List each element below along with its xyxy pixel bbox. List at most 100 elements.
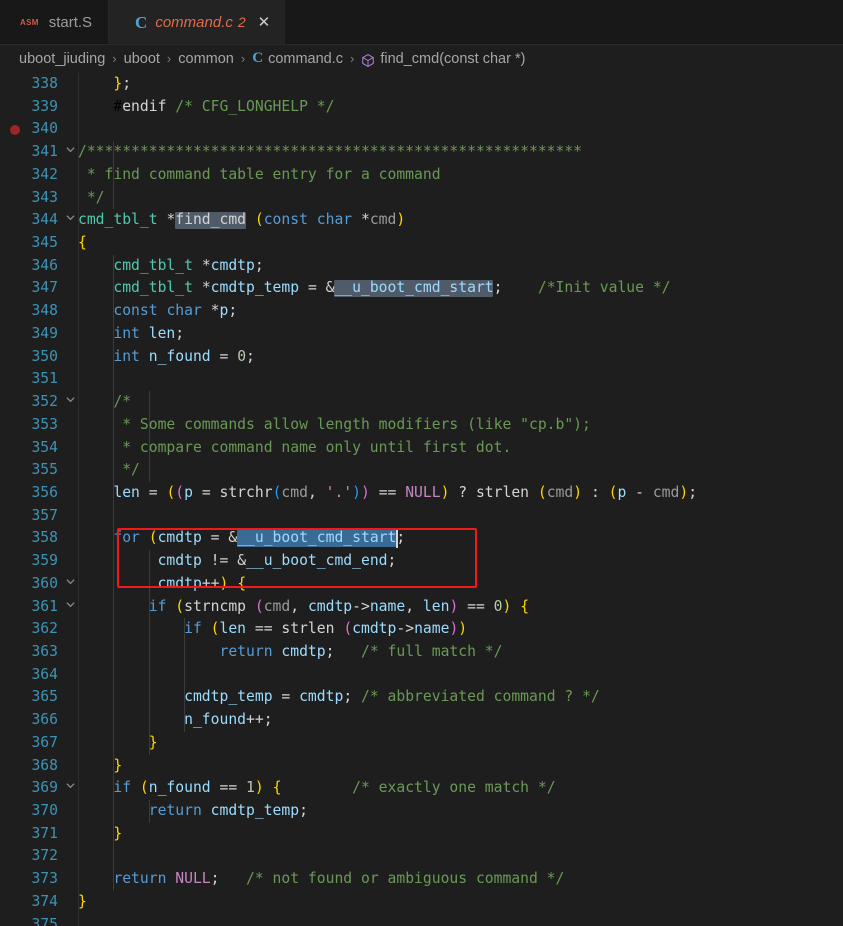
code-editor[interactable]: 338 }; 339 #endif /* CFG_LONGHELP */340 34… xyxy=(0,73,843,926)
code-line[interactable]: 343 */ xyxy=(0,187,843,210)
code-line[interactable]: 368 } xyxy=(0,755,843,778)
line-number: 371 xyxy=(31,824,58,842)
line-number: 353 xyxy=(31,415,58,433)
code-line[interactable]: 338 }; xyxy=(0,73,843,96)
code-line[interactable]: 358 for (cmdtp = &__u_boot_cmd_start; xyxy=(0,527,843,550)
line-number: 367 xyxy=(31,733,58,751)
code-text: * Some commands allow length modifiers (… xyxy=(78,415,591,433)
line-number: 364 xyxy=(31,665,58,683)
code-line[interactable]: 359 cmdtp != &__u_boot_cmd_end; xyxy=(0,550,843,573)
code-text: const char *p; xyxy=(113,302,238,320)
line-number: 347 xyxy=(31,279,58,297)
line-number: 375 xyxy=(31,915,58,926)
line-number: 373 xyxy=(31,870,58,888)
code-line[interactable]: 354 * compare command name only until fi… xyxy=(0,437,843,460)
code-text: return cmdtp; /* full match */ xyxy=(219,642,503,660)
code-line[interactable]: 372 xyxy=(0,845,843,868)
code-line[interactable]: 361 if (strncmp (cmd, cmdtp->name, len) … xyxy=(0,596,843,619)
code-text: cmdtp++) { xyxy=(157,574,247,592)
breadcrumb: uboot_jiuding › uboot › common › C comma… xyxy=(0,45,843,73)
line-number: 345 xyxy=(31,234,58,252)
code-line[interactable]: 348 const char *p; xyxy=(0,300,843,323)
code-line[interactable]: 355 */ xyxy=(0,459,843,482)
tab-start-s[interactable]: ASM start.S xyxy=(0,0,110,44)
code-line[interactable]: 342 * find command table entry for a com… xyxy=(0,164,843,187)
code-line[interactable]: 352 /* xyxy=(0,391,843,414)
line-number: 372 xyxy=(31,847,58,865)
code-line[interactable]: 363 return cmdtp; /* full match */ xyxy=(0,641,843,664)
code-text: #endif /* CFG_LONGHELP */ xyxy=(78,97,335,115)
code-line[interactable]: 375 xyxy=(0,914,843,926)
line-number: 355 xyxy=(31,461,58,479)
fold-chevron-icon[interactable] xyxy=(62,777,78,800)
fold-chevron-icon[interactable] xyxy=(62,141,78,164)
code-text: if (strncmp (cmd, cmdtp->name, len) == 0… xyxy=(148,597,530,615)
code-line[interactable]: 340 xyxy=(0,118,843,141)
breadcrumb-item-uboot[interactable]: uboot xyxy=(124,51,160,67)
fold-chevron-icon[interactable] xyxy=(62,596,78,619)
breadcrumb-item-uboot-jiuding[interactable]: uboot_jiuding xyxy=(19,51,105,67)
code-line[interactable]: 362 if (len == strlen (cmdtp->name)) xyxy=(0,618,843,641)
breadcrumb-label: common xyxy=(178,50,234,67)
line-number: 358 xyxy=(31,529,58,547)
code-line[interactable]: 360 cmdtp++) { xyxy=(0,573,843,596)
line-number: 352 xyxy=(31,393,58,411)
line-number: 368 xyxy=(31,756,58,774)
line-number: 362 xyxy=(31,620,58,638)
code-line[interactable]: 367 } xyxy=(0,732,843,755)
c-file-icon: C xyxy=(135,12,148,32)
code-line[interactable]: 356 len = ((p = strchr(cmd, '.')) == NUL… xyxy=(0,482,843,505)
line-number: 348 xyxy=(31,302,58,320)
chevron-right-icon: › xyxy=(166,51,172,66)
line-number: 349 xyxy=(31,324,58,342)
chevron-right-icon: › xyxy=(112,51,117,66)
code-line[interactable]: 347 cmd_tbl_t *cmdtp_temp = &__u_boot_cm… xyxy=(0,277,843,300)
fold-chevron-icon[interactable] xyxy=(62,573,78,596)
close-icon[interactable]: ✕ xyxy=(258,15,271,30)
code-text: */ xyxy=(78,461,140,479)
code-text: */ xyxy=(78,188,105,206)
line-number: 340 xyxy=(31,120,58,138)
code-text: * find command table entry for a command xyxy=(78,165,441,183)
line-number: 369 xyxy=(31,779,58,797)
code-line[interactable]: 344 cmd_tbl_t *find_cmd (const char *cmd) xyxy=(0,209,843,232)
code-line[interactable]: 357 xyxy=(0,505,843,528)
fold-chevron-icon[interactable] xyxy=(62,209,78,232)
code-line[interactable]: 370 return cmdtp_temp; xyxy=(0,800,843,823)
code-line[interactable]: 346 cmd_tbl_t *cmdtp; xyxy=(0,255,843,278)
code-line[interactable]: 341 /************************************… xyxy=(0,141,843,164)
code-text: int len; xyxy=(113,324,185,342)
line-number: 363 xyxy=(31,642,58,660)
code-line[interactable]: 373 return NULL; /* not found or ambiguo… xyxy=(0,868,843,891)
code-text: { xyxy=(78,234,87,252)
code-text: if (n_found == 1) { /* exactly one match… xyxy=(113,779,556,797)
code-line[interactable]: 349 int len; xyxy=(0,323,843,346)
fold-chevron-icon[interactable] xyxy=(62,391,78,414)
code-line[interactable]: 364 xyxy=(0,664,843,687)
code-line[interactable]: 369 if (n_found == 1) { /* exactly one m… xyxy=(0,777,843,800)
code-line[interactable]: 371 } xyxy=(0,823,843,846)
line-number: 354 xyxy=(31,438,58,456)
code-line[interactable]: 339 #endif /* CFG_LONGHELP */ xyxy=(0,96,843,119)
code-text: } xyxy=(113,756,123,774)
code-line[interactable]: 345 { xyxy=(0,232,843,255)
line-number: 361 xyxy=(31,597,58,615)
breadcrumb-item-command-c[interactable]: C command.c xyxy=(252,51,343,67)
asm-file-icon: ASM xyxy=(20,17,39,27)
line-number: 342 xyxy=(31,165,58,183)
code-line[interactable]: 366 n_found++; xyxy=(0,709,843,732)
code-text: cmd_tbl_t *cmdtp; xyxy=(113,256,264,274)
code-text: } xyxy=(113,824,123,842)
code-line[interactable]: 350 int n_found = 0; xyxy=(0,346,843,369)
code-text: return NULL; /* not found or ambiguous c… xyxy=(113,870,565,888)
breadcrumb-item-common[interactable]: common xyxy=(178,51,234,67)
line-number: 346 xyxy=(31,256,58,274)
code-line[interactable]: 365 cmdtp_temp = cmdtp; /* abbreviated c… xyxy=(0,686,843,709)
breadcrumb-item-find-cmd[interactable]: find_cmd(const char *) xyxy=(361,51,525,68)
code-text: cmdtp_temp = cmdtp; /* abbreviated comma… xyxy=(184,688,600,706)
code-line[interactable]: 353 * Some commands allow length modifie… xyxy=(0,414,843,437)
tab-command-c[interactable]: C command.c 2 ✕ xyxy=(109,0,286,44)
code-line[interactable]: 374} xyxy=(0,891,843,914)
breadcrumb-label: uboot_jiuding xyxy=(19,50,106,67)
code-line[interactable]: 351 xyxy=(0,368,843,391)
